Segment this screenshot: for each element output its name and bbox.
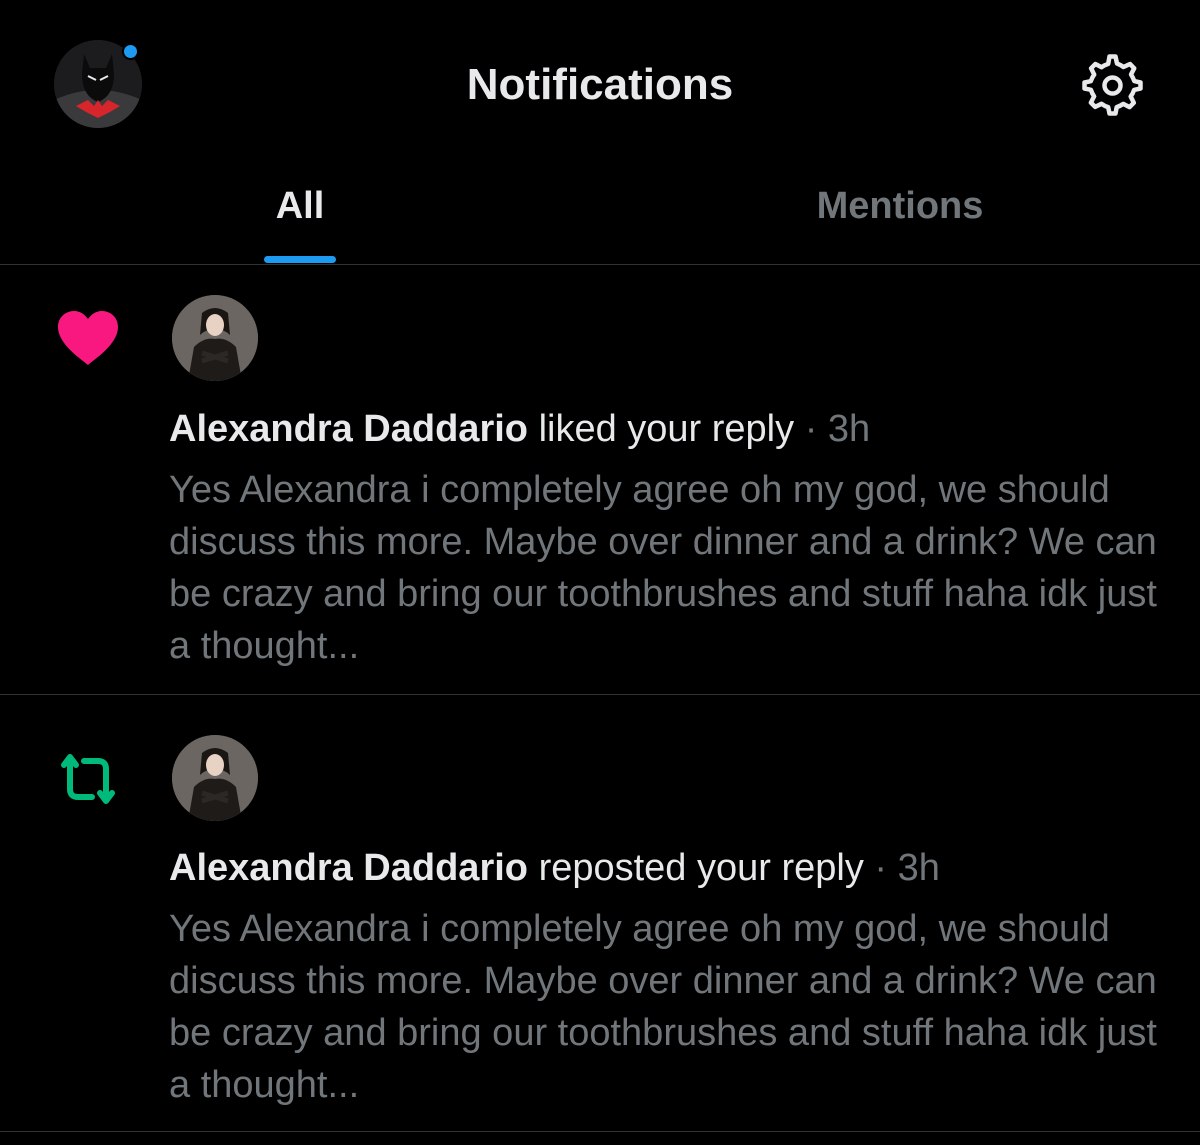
tab-mentions[interactable]: Mentions: [600, 170, 1200, 264]
notification-summary: Alexandra Daddario liked your reply · 3h: [169, 401, 870, 457]
user-name[interactable]: Alexandra Daddario: [169, 847, 528, 889]
reply-preview-text: Yes Alexandra i completely agree oh my g…: [169, 908, 1157, 1106]
notification-item[interactable]: Alexandra Daddario reposted your reply ·…: [0, 695, 1200, 1132]
page-title: Notifications: [466, 60, 734, 109]
timestamp: 3h: [827, 408, 871, 450]
user-avatar[interactable]: [172, 735, 258, 821]
user-avatar[interactable]: [172, 295, 258, 381]
user-name[interactable]: Alexandra Daddario: [169, 408, 528, 450]
heart-icon: [54, 309, 122, 369]
reply-preview-text: Yes Alexandra i completely agree oh my g…: [169, 469, 1157, 667]
notification-action: liked your reply: [538, 408, 795, 450]
separator-dot: ·: [804, 408, 818, 450]
settings-button[interactable]: [1080, 54, 1144, 118]
top-bar: Notifications: [0, 0, 1200, 170]
tab-all[interactable]: All: [0, 170, 600, 264]
avatar-photo: [172, 735, 258, 821]
separator-dot: ·: [874, 847, 888, 889]
active-tab-indicator: [264, 256, 336, 263]
avatar-photo: [172, 295, 258, 381]
gear-icon: [1082, 54, 1143, 116]
notification-item[interactable]: Alexandra Daddario liked your reply · 3h…: [0, 265, 1200, 695]
repost-icon: [54, 749, 122, 809]
notification-summary: Alexandra Daddario reposted your reply ·…: [169, 840, 940, 896]
timestamp: 3h: [897, 847, 940, 889]
notification-action: reposted your reply: [538, 847, 864, 889]
tab-bar: All Mentions: [0, 170, 1200, 265]
